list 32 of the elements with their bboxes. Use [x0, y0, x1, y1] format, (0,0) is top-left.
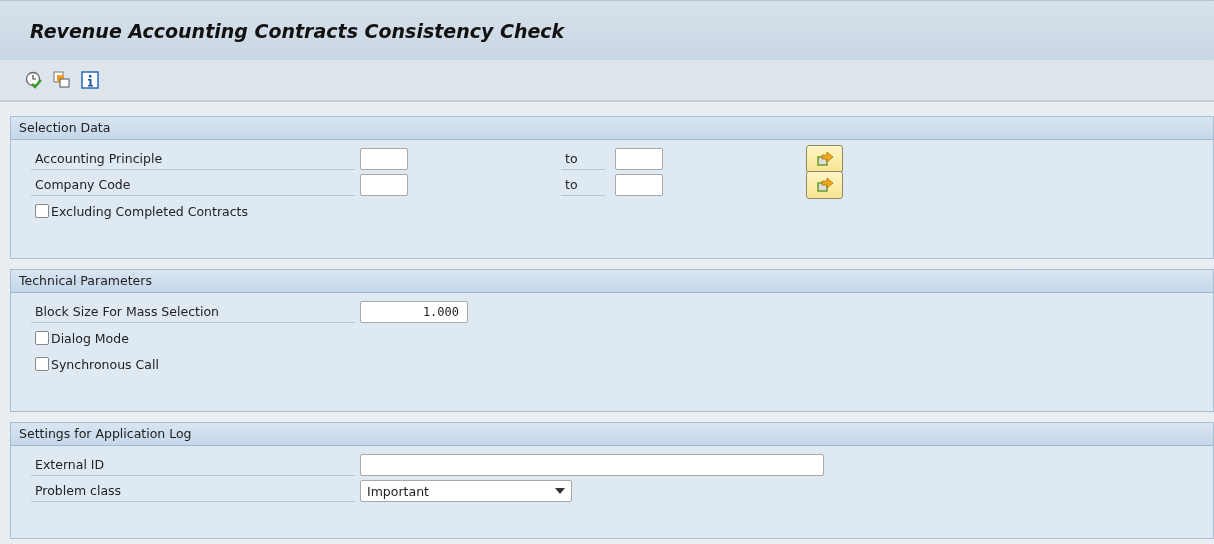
multiple-selection-icon	[815, 177, 834, 193]
multiple-selection-button[interactable]	[806, 171, 843, 199]
field-label: to	[561, 174, 605, 196]
input-field[interactable]	[615, 174, 663, 196]
info-icon[interactable]	[80, 70, 100, 90]
checkbox-label: Dialog Mode	[51, 330, 129, 346]
input-field[interactable]	[360, 174, 408, 196]
field-label: External ID	[31, 454, 355, 476]
multiple-selection-button[interactable]	[806, 145, 843, 173]
checkbox[interactable]	[35, 331, 49, 345]
section-header: Settings for Application Log	[11, 423, 1213, 446]
input-field[interactable]	[360, 454, 824, 476]
copy-icon[interactable]	[52, 70, 72, 90]
caret-icon	[555, 488, 565, 494]
section-header: Technical Parameters	[11, 270, 1213, 293]
field-label: Block Size For Mass Selection	[31, 301, 355, 323]
input-field[interactable]	[360, 148, 408, 170]
field-label: Company Code	[31, 174, 355, 196]
window-title: Revenue Accounting Contracts Consistency Check	[30, 19, 565, 42]
input-field[interactable]	[615, 148, 663, 170]
input-field[interactable]: 1.000	[360, 301, 468, 323]
field-label: Problem class	[31, 480, 355, 502]
execute-icon[interactable]	[24, 70, 44, 90]
section-header: Selection Data	[11, 117, 1213, 140]
checkbox[interactable]	[35, 357, 49, 371]
dropdown[interactable]: Important	[360, 480, 572, 502]
field-label: to	[561, 148, 605, 170]
field-label: Accounting Principle	[31, 148, 355, 170]
checkbox-label: Synchronous Call	[51, 356, 159, 372]
checkbox[interactable]	[35, 204, 49, 218]
multiple-selection-icon	[815, 151, 834, 167]
checkbox-label: Excluding Completed Contracts	[51, 203, 248, 219]
